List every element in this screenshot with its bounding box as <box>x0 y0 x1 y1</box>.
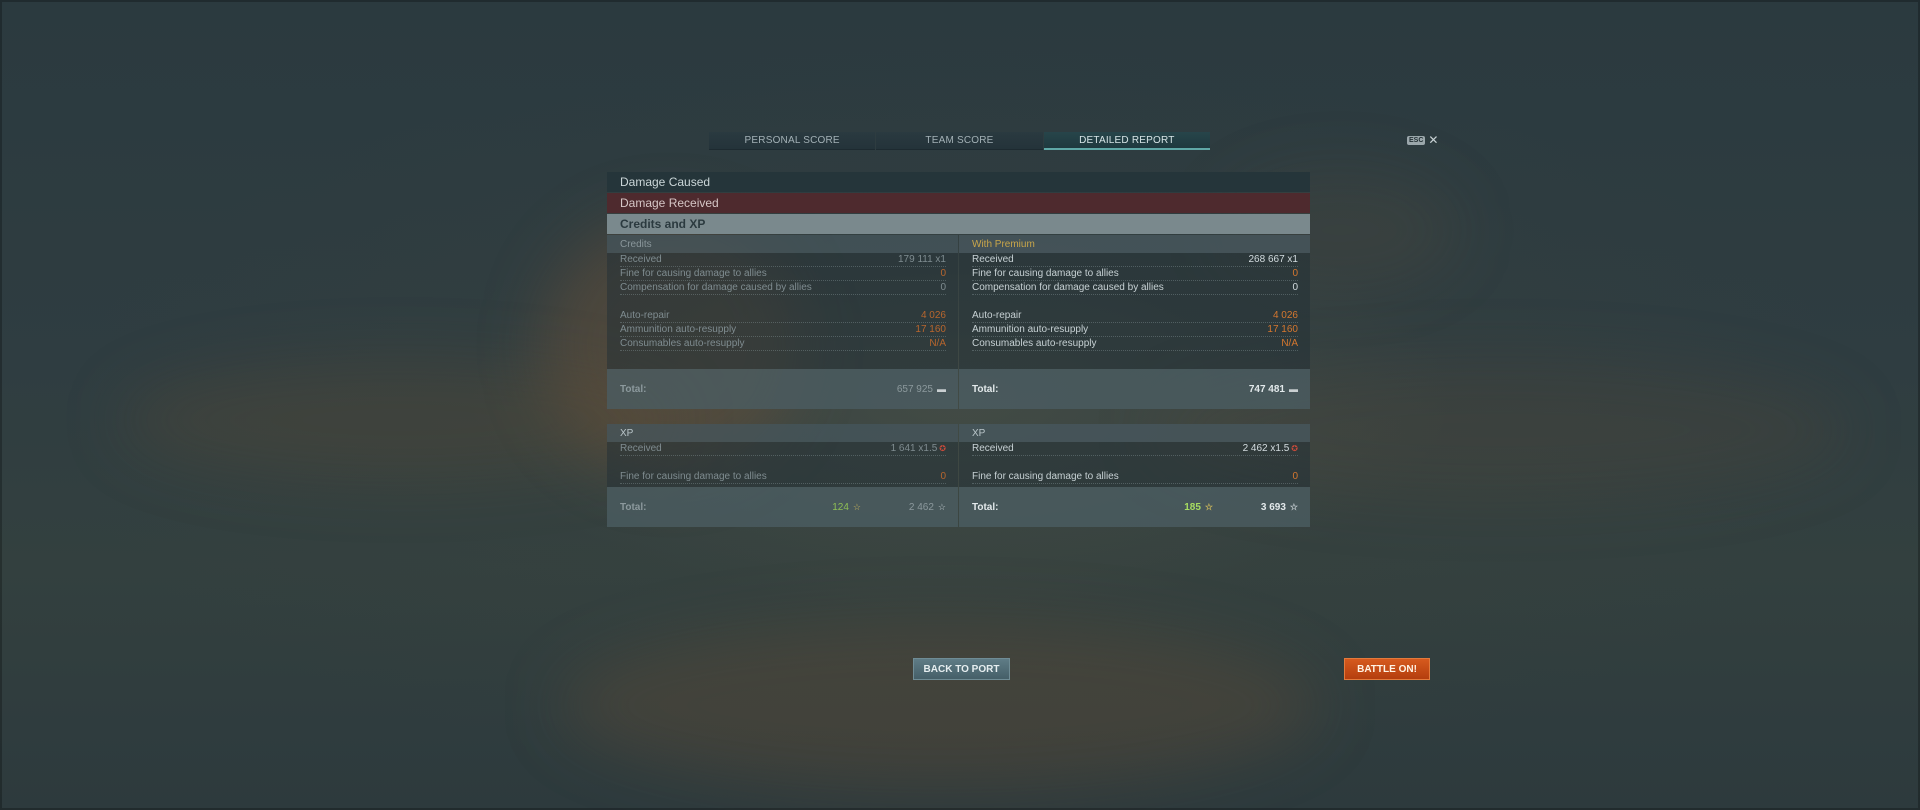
row-label: Auto-repair <box>972 310 1022 321</box>
xp-total: Total: 124 ☆ 2 462 ☆ <box>607 487 958 527</box>
row-value: 17 160 <box>915 324 946 335</box>
credits-total: Total: 747 481 ▬ <box>959 369 1310 409</box>
credits-autorepair-row: Auto-repair 4 026 <box>620 309 946 323</box>
esc-key-label: ESC <box>1407 135 1426 145</box>
total-label: Total: <box>972 383 999 395</box>
credits-icon: ▬ <box>1289 384 1298 394</box>
xp-multiplier-icon: ✪ <box>1291 444 1298 453</box>
section-damage-received[interactable]: Damage Received <box>607 193 1310 213</box>
xp-total: Total: 185 ☆ 3 693 ☆ <box>959 487 1310 527</box>
row-value: 4 026 <box>920 310 946 321</box>
section-damage-caused[interactable]: Damage Caused <box>607 172 1310 192</box>
xp-panel-premium: XP Received 2 462 x1.5 ✪ Fine for causing… <box>959 424 1310 527</box>
free-xp-icon: ☆ <box>1204 501 1213 512</box>
xp-title: XP <box>959 424 1310 442</box>
credits-fine-row: Fine for causing damage to allies 0 <box>620 267 946 281</box>
row-label: Received <box>620 443 662 454</box>
xp-fine-row: Fine for causing damage to allies 0 <box>620 470 946 484</box>
xp-panel-standard: XP Received 1 641 x1.5 ✪ Fine for causing… <box>607 424 958 527</box>
xp-icon: ☆ <box>937 501 946 512</box>
credits-panel-premium: With Premium Received 268 667 x1 Fine fo… <box>959 235 1310 409</box>
row-value: 0 <box>1292 471 1298 482</box>
back-to-port-button[interactable]: BACK TO PORT <box>913 658 1010 680</box>
row-value: 0 <box>1292 282 1298 293</box>
row-value: N/A <box>929 338 946 349</box>
row-label: Compensation for damage caused by allies <box>620 282 812 293</box>
row-value: 0 <box>1292 268 1298 279</box>
row-value: 4 026 <box>1272 310 1298 321</box>
total-value: 747 481 <box>1248 383 1285 395</box>
row-label: Fine for causing damage to allies <box>972 268 1119 279</box>
free-xp-value: 185 <box>1184 501 1201 513</box>
xp-received-row: Received 2 462 x1.5 ✪ <box>972 442 1298 456</box>
tab-team-score[interactable]: TEAM SCORE <box>876 132 1043 150</box>
credits-icon: ▬ <box>937 384 946 394</box>
row-value: 0 <box>940 268 946 279</box>
credits-ammo-row: Ammunition auto-resupply 17 160 <box>620 323 946 337</box>
row-label: Ammunition auto-resupply <box>620 324 737 335</box>
credits-compensation-row: Compensation for damage caused by allies… <box>620 281 946 295</box>
row-label: Ammunition auto-resupply <box>972 324 1089 335</box>
free-xp-value: 124 <box>832 501 849 513</box>
row-value: 1 641 x1.5 <box>890 443 938 454</box>
total-label: Total: <box>620 383 647 395</box>
free-xp-icon: ☆ <box>852 501 861 512</box>
credits-received-row: Received 179 111 x1 <box>620 253 946 267</box>
section-credits-xp[interactable]: Credits and XP <box>607 214 1310 234</box>
row-label: Consumables auto-resupply <box>972 338 1097 349</box>
credits-consumables-row: Consumables auto-resupply N/A <box>972 337 1298 351</box>
row-label: Auto-repair <box>620 310 670 321</box>
row-label: Fine for causing damage to allies <box>972 471 1119 482</box>
row-value: 0 <box>940 282 946 293</box>
credits-consumables-row: Consumables auto-resupply N/A <box>620 337 946 351</box>
row-value: 0 <box>940 471 946 482</box>
credits-compensation-row: Compensation for damage caused by allies… <box>972 281 1298 295</box>
battle-on-button[interactable]: BATTLE ON! <box>1344 658 1430 680</box>
credits-ammo-row: Ammunition auto-resupply 17 160 <box>972 323 1298 337</box>
credits-total: Total: 657 925 ▬ <box>607 369 958 409</box>
row-label: Received <box>620 254 662 265</box>
row-value: 268 667 x1 <box>1248 254 1299 265</box>
total-label: Total: <box>620 501 647 513</box>
row-value: 17 160 <box>1267 324 1298 335</box>
premium-title: With Premium <box>959 235 1310 253</box>
row-label: Consumables auto-resupply <box>620 338 745 349</box>
row-label: Fine for causing damage to allies <box>620 268 767 279</box>
row-label: Received <box>972 254 1014 265</box>
credits-received-row: Received 268 667 x1 <box>972 253 1298 267</box>
row-label: Fine for causing damage to allies <box>620 471 767 482</box>
tab-detailed-report[interactable]: DETAILED REPORT <box>1043 132 1210 150</box>
row-value: N/A <box>1281 338 1298 349</box>
row-value: 2 462 x1.5 <box>1242 443 1290 454</box>
row-label: Received <box>972 443 1014 454</box>
close-button[interactable]: ESC ✕ <box>1407 133 1439 147</box>
xp-value: 3 693 <box>1260 501 1286 513</box>
credits-autorepair-row: Auto-repair 4 026 <box>972 309 1298 323</box>
close-icon: ✕ <box>1428 133 1439 147</box>
credits-fine-row: Fine for causing damage to allies 0 <box>972 267 1298 281</box>
total-value: 657 925 <box>896 383 933 395</box>
row-label: Compensation for damage caused by allies <box>972 282 1164 293</box>
credits-panel-standard: Credits Received 179 111 x1 Fine for cau… <box>607 235 958 409</box>
report-tabs: PERSONAL SCORE TEAM SCORE DETAILED REPOR… <box>709 132 1210 150</box>
credits-title: Credits <box>607 235 958 253</box>
row-value: 179 111 x1 <box>897 254 946 265</box>
tab-personal-score[interactable]: PERSONAL SCORE <box>709 132 876 150</box>
xp-value: 2 462 <box>908 501 934 513</box>
xp-fine-row: Fine for causing damage to allies 0 <box>972 470 1298 484</box>
total-label: Total: <box>972 501 999 513</box>
xp-title: XP <box>607 424 958 442</box>
xp-icon: ☆ <box>1289 501 1298 512</box>
xp-multiplier-icon: ✪ <box>939 444 946 453</box>
xp-received-row: Received 1 641 x1.5 ✪ <box>620 442 946 456</box>
